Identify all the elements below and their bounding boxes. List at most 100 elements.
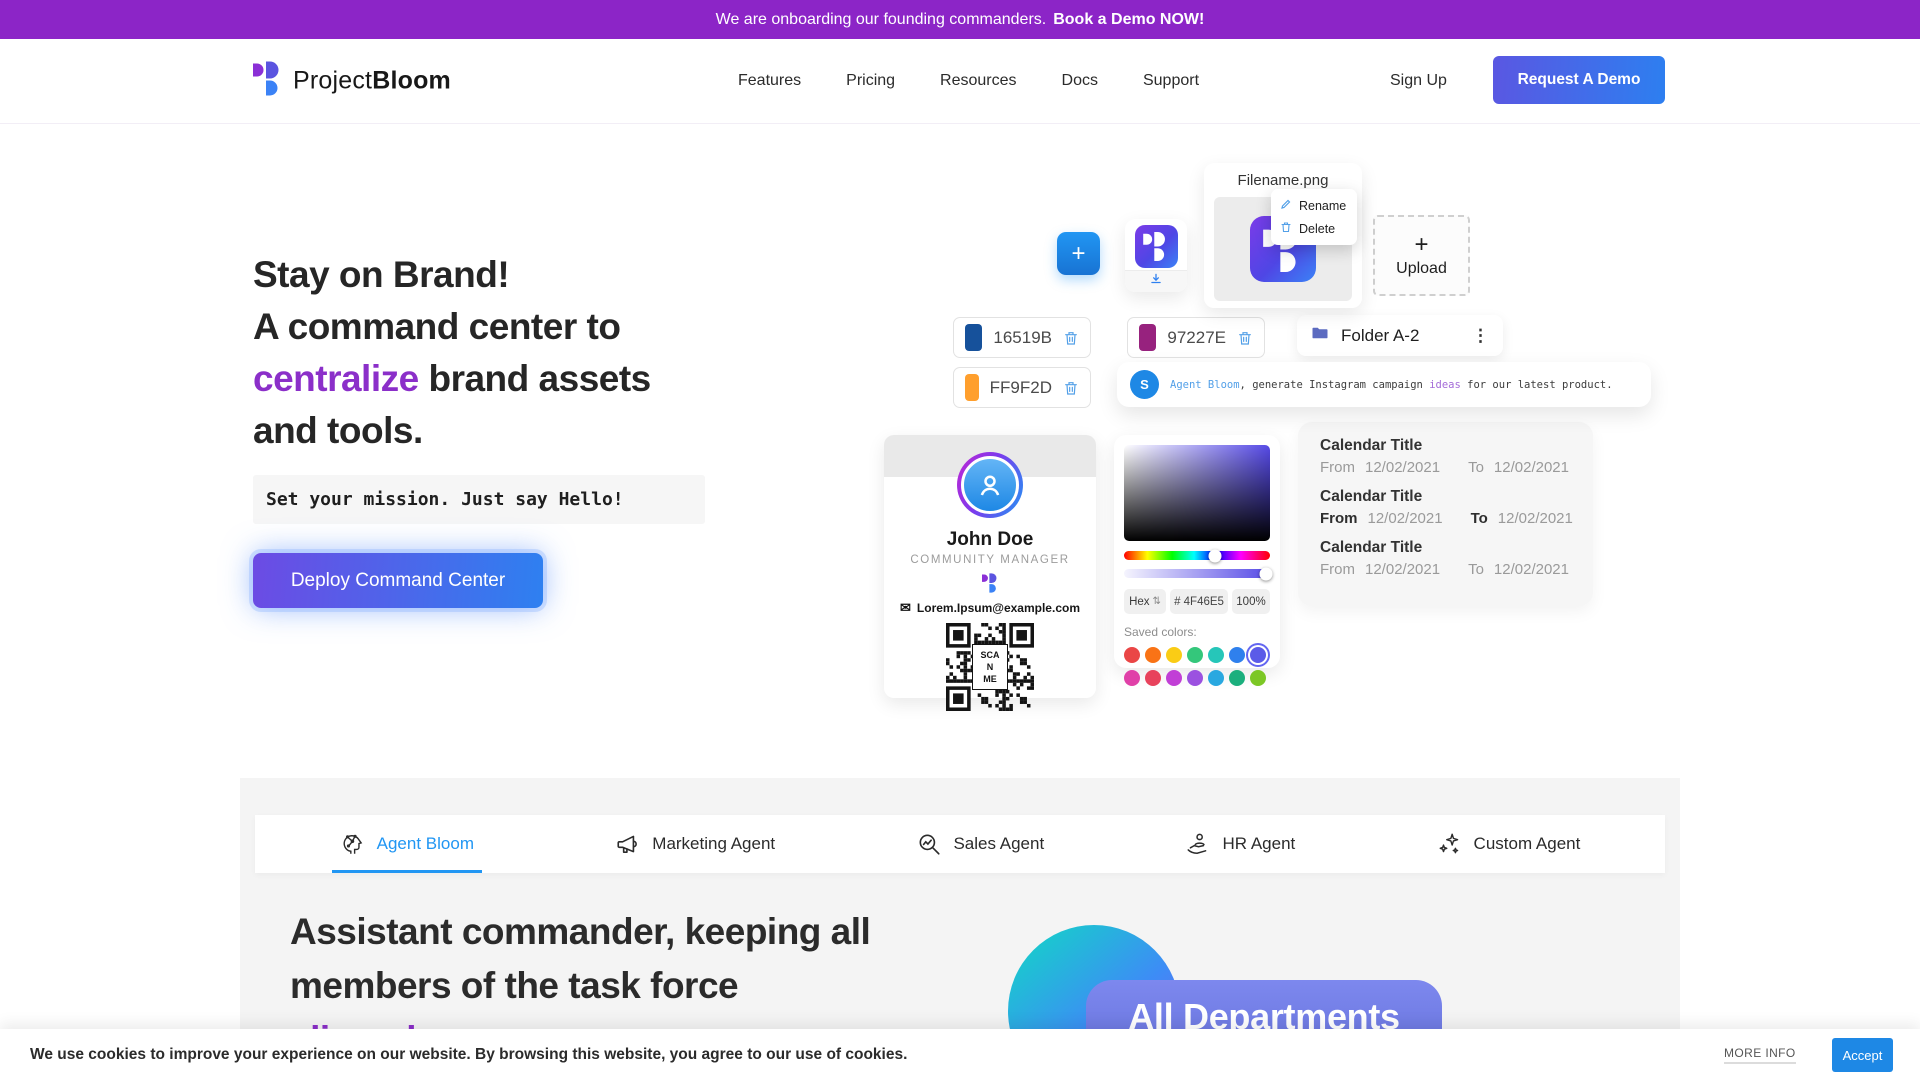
- request-demo-button[interactable]: Request A Demo: [1493, 56, 1665, 104]
- saved-color[interactable]: [1250, 670, 1266, 686]
- saved-color[interactable]: [1208, 647, 1224, 663]
- agents-heading-line2: members of the task force: [290, 959, 870, 1013]
- mission-terminal-text: Set your mission. Just say Hello!: [266, 489, 624, 510]
- opacity-field[interactable]: 100%: [1232, 589, 1270, 614]
- megaphone-icon: [615, 831, 641, 857]
- profile-role: COMMUNITY MANAGER: [884, 554, 1096, 566]
- picker-controls: Hex⇅ # 4F46E5 100%: [1124, 589, 1270, 614]
- nav-link-resources[interactable]: Resources: [940, 72, 1016, 90]
- add-asset-button[interactable]: +: [1057, 232, 1100, 275]
- saved-color[interactable]: [1145, 670, 1161, 686]
- color-picker-card: Hex⇅ # 4F46E5 100% Saved colors:: [1114, 435, 1280, 668]
- pencil-icon: [1280, 198, 1292, 213]
- tab-custom-agent[interactable]: Custom Agent: [1437, 815, 1581, 873]
- accept-cookies-button[interactable]: Accept: [1832, 1038, 1893, 1072]
- profile-email: Lorem.Ipsum@example.com: [917, 601, 1080, 615]
- saturation-area[interactable]: [1124, 445, 1270, 541]
- brand-name: ProjectBloom: [293, 67, 451, 96]
- download-icon: [1149, 272, 1163, 291]
- filename-label: Filename.png: [1204, 172, 1362, 189]
- saved-color[interactable]: [1229, 670, 1245, 686]
- delete-swatch-button[interactable]: [1237, 330, 1253, 346]
- hero-heading-line1: Stay on Brand!: [253, 249, 651, 301]
- asset-context-menu: Rename Delete: [1271, 189, 1357, 245]
- calendar-title: Calendar Title: [1320, 488, 1571, 506]
- saved-color[interactable]: [1145, 647, 1161, 663]
- upload-label: Upload: [1396, 260, 1447, 278]
- folder-card[interactable]: Folder A-2 ⋮: [1297, 315, 1503, 356]
- rename-menu-item[interactable]: Rename: [1271, 194, 1357, 217]
- profile-email-row: ✉ Lorem.Ipsum@example.com: [884, 600, 1096, 616]
- upload-plus-icon: +: [1414, 233, 1428, 257]
- saved-color[interactable]: [1124, 647, 1140, 663]
- calendar-entry: Calendar Title From12/02/2021 To12/02/20…: [1320, 488, 1571, 528]
- calendar-title: Calendar Title: [1320, 437, 1571, 455]
- projectbloom-landing-page: We are onboarding our founding commander…: [0, 0, 1920, 1080]
- saved-color[interactable]: [1166, 670, 1182, 686]
- swatch-card-FF9F2D: FF9F2D: [953, 367, 1091, 408]
- nav-links: Features Pricing Resources Docs Support: [738, 39, 1199, 123]
- calendar-entry: Calendar Title From12/02/2021 To12/02/20…: [1320, 539, 1571, 579]
- rename-label: Rename: [1299, 199, 1346, 213]
- opacity-slider[interactable]: [1124, 569, 1270, 578]
- ai-head-icon: [340, 831, 366, 857]
- saved-color-selected[interactable]: [1250, 647, 1266, 663]
- projectbloom-logo-icon: [253, 62, 283, 101]
- saved-color[interactable]: [1187, 647, 1203, 663]
- saved-color[interactable]: [1229, 647, 1245, 663]
- tab-agent-bloom[interactable]: Agent Bloom: [340, 815, 474, 873]
- kebab-menu-icon[interactable]: ⋮: [1472, 326, 1489, 346]
- hex-value-field[interactable]: # 4F46E5: [1170, 589, 1228, 614]
- sign-up-link[interactable]: Sign Up: [1390, 72, 1447, 90]
- saved-color[interactable]: [1187, 670, 1203, 686]
- tab-label: Agent Bloom: [377, 834, 474, 854]
- saved-colors-label: Saved colors:: [1124, 625, 1270, 639]
- projectbloom-mini-logo-icon: [884, 573, 1096, 593]
- tab-sales-agent[interactable]: Sales Agent: [916, 815, 1044, 873]
- promo-banner-text: We are onboarding our founding commander…: [716, 11, 1047, 29]
- logo-asset-tile[interactable]: [1125, 219, 1187, 292]
- hue-knob[interactable]: [1208, 549, 1221, 562]
- envelope-icon: ✉: [900, 600, 911, 616]
- tab-label: HR Agent: [1222, 834, 1295, 854]
- deploy-command-center-button[interactable]: Deploy Command Center: [253, 553, 543, 608]
- sparkles-icon: [1437, 831, 1463, 857]
- nav-link-docs[interactable]: Docs: [1062, 72, 1098, 90]
- bloom-mark-tile: [1135, 225, 1178, 268]
- swatch-card-97227E: 97227E: [1127, 317, 1265, 358]
- folder-label: Folder A-2: [1341, 326, 1419, 346]
- updown-icon: ⇅: [1153, 596, 1161, 607]
- tab-marketing-agent[interactable]: Marketing Agent: [615, 815, 775, 873]
- delete-swatch-button[interactable]: [1063, 380, 1079, 396]
- more-info-link[interactable]: MORE INFO: [1724, 1046, 1796, 1064]
- profile-name: John Doe: [884, 529, 1096, 551]
- nav-link-features[interactable]: Features: [738, 72, 801, 90]
- delete-swatch-button[interactable]: [1063, 330, 1079, 346]
- hero-heading: Stay on Brand! A command center to centr…: [253, 249, 651, 457]
- mission-terminal[interactable]: Set your mission. Just say Hello!: [253, 475, 705, 524]
- chat-message: Agent Bloom, generate Instagram campaign…: [1170, 379, 1613, 391]
- qr-scan-me-label: SCA N ME: [972, 644, 1008, 690]
- color-mode-select[interactable]: Hex⇅: [1124, 589, 1166, 614]
- promo-banner: We are onboarding our founding commander…: [0, 0, 1920, 39]
- nav-link-pricing[interactable]: Pricing: [846, 72, 895, 90]
- qr-code: SCA N ME: [946, 623, 1034, 711]
- book-demo-link[interactable]: Book a Demo NOW!: [1053, 11, 1204, 29]
- avatar: [957, 452, 1023, 518]
- swatch-hex-label: 16519B: [993, 328, 1052, 348]
- saved-color[interactable]: [1124, 670, 1140, 686]
- sales-magnifier-icon: [916, 831, 942, 857]
- brand-logo[interactable]: ProjectBloom: [253, 62, 451, 101]
- opacity-knob[interactable]: [1259, 567, 1272, 580]
- saved-color[interactable]: [1208, 670, 1224, 686]
- delete-menu-item[interactable]: Delete: [1271, 217, 1357, 240]
- saved-color[interactable]: [1166, 647, 1182, 663]
- hero-heading-line4: and tools.: [253, 405, 651, 457]
- nav-link-support[interactable]: Support: [1143, 72, 1199, 90]
- upload-dropzone[interactable]: + Upload: [1373, 215, 1470, 296]
- download-asset-button[interactable]: [1125, 270, 1187, 292]
- hue-slider[interactable]: [1124, 551, 1270, 560]
- navbar: ProjectBloom Features Pricing Resources …: [0, 39, 1920, 124]
- tab-hr-agent[interactable]: HR Agent: [1185, 815, 1295, 873]
- hero-highlight: centralize: [253, 358, 419, 399]
